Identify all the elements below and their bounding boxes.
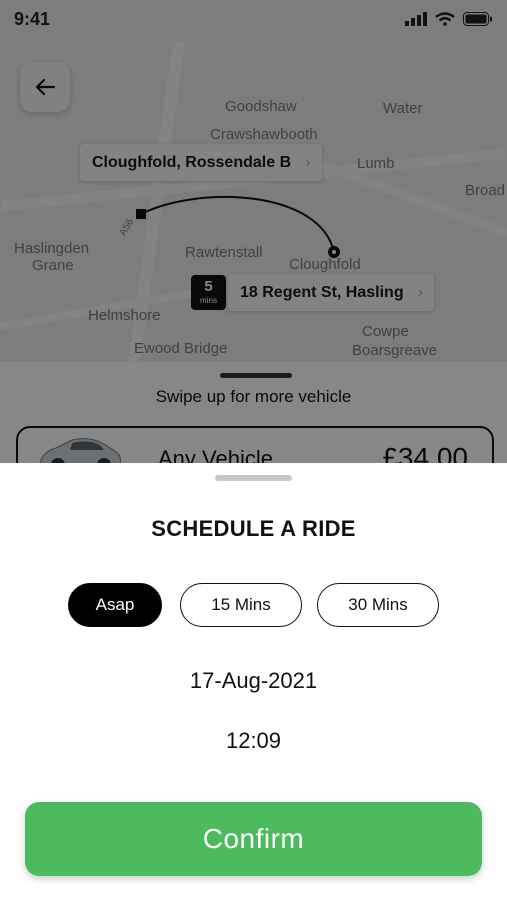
chip-asap[interactable]: Asap [68,583,162,627]
screen: Goodshaw Water Crawshawbooth Lumb Broad … [0,0,507,900]
modal-backdrop[interactable] [0,0,507,463]
confirm-button[interactable]: Confirm [25,802,482,876]
schedule-ride-sheet: SCHEDULE A RIDE Asap 15 Mins 30 Mins 17-… [0,463,507,900]
chip-15-mins[interactable]: 15 Mins [180,583,302,627]
date-picker[interactable]: 17-Aug-2021 [0,668,507,694]
schedule-title: SCHEDULE A RIDE [151,516,356,541]
sheet-drag-handle[interactable] [215,475,292,481]
time-picker[interactable]: 12:09 [0,728,507,754]
chip-30-mins[interactable]: 30 Mins [317,583,439,627]
